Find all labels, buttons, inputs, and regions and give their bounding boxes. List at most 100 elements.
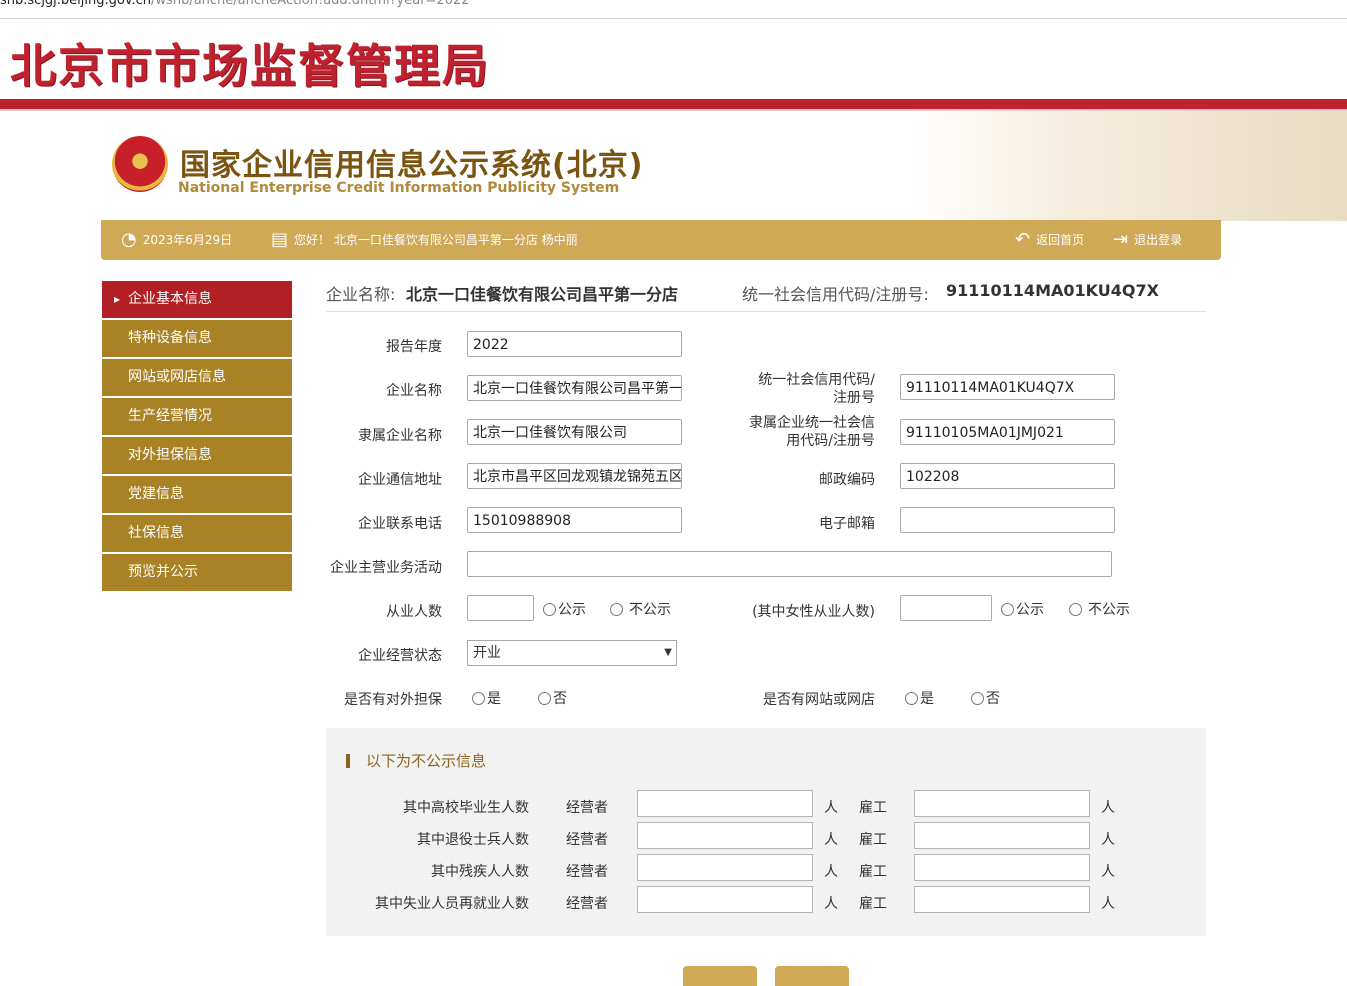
employee-label: 雇工 xyxy=(859,864,887,880)
guarantee-label: 是否有对外担保 xyxy=(344,692,442,708)
logout-link[interactable]: ⇥ 退出登录 xyxy=(1113,220,1182,260)
veterans-operator-input[interactable] xyxy=(637,822,813,849)
website-yes-radio[interactable]: 是 xyxy=(905,688,934,708)
sidebar-item-social-security[interactable]: 社保信息 xyxy=(102,515,292,554)
sidebar-item-preview[interactable]: 预览并公示 xyxy=(102,554,292,591)
parent-name-label: 隶属企业名称 xyxy=(358,428,442,444)
system-subtitle: National Enterprise Credit Information P… xyxy=(178,180,620,196)
guarantee-no-radio[interactable]: 否 xyxy=(538,688,567,708)
employee-label: 雇工 xyxy=(859,800,887,816)
parent-code-label-line2: 用代码/注册号 xyxy=(786,433,875,449)
row-label-veterans: 其中退役士兵人数 xyxy=(417,832,529,848)
graduates-operator-input[interactable] xyxy=(637,790,813,817)
system-title: 国家企业信用信息公示系统(北京) xyxy=(180,148,644,183)
national-emblem-icon xyxy=(112,136,168,192)
save-button[interactable] xyxy=(683,966,757,986)
report-year-input[interactable]: 2022 xyxy=(467,331,682,357)
radio-circle-icon xyxy=(971,691,984,705)
radio-circle-icon xyxy=(472,691,485,705)
reemployed-employee-input[interactable] xyxy=(914,886,1090,913)
credit-code-label-line2: 注册号 xyxy=(833,390,875,406)
parent-code-input[interactable]: 91110105MA01JMJ021 xyxy=(900,419,1115,445)
credit-code-input[interactable]: 91110114MA01KU4Q7X xyxy=(900,374,1115,400)
female-private-radio[interactable]: 不公示 xyxy=(1069,599,1130,619)
radio-label: 是 xyxy=(920,691,934,707)
phone-label: 企业联系电话 xyxy=(358,516,442,532)
home-link[interactable]: ↶ 返回首页 xyxy=(1015,220,1084,260)
sidebar-item-operations[interactable]: 生产经营情况 xyxy=(102,398,292,437)
employees-input[interactable] xyxy=(467,595,534,621)
female-employees-input[interactable] xyxy=(900,595,992,621)
parent-code-label-line1: 隶属企业统一社会信 xyxy=(749,415,875,431)
sidebar-item-basic-info[interactable]: 企业基本信息 xyxy=(102,281,292,320)
email-input[interactable] xyxy=(900,507,1115,533)
reemployed-operator-input[interactable] xyxy=(637,886,813,913)
postcode-label: 邮政编码 xyxy=(819,472,875,488)
credit-code-label-line1: 统一社会信用代码/ xyxy=(758,372,875,388)
phone-input[interactable]: 15010988908 xyxy=(467,507,682,533)
radio-label: 否 xyxy=(986,691,1000,707)
veterans-employee-input[interactable] xyxy=(914,822,1090,849)
employee-label: 雇工 xyxy=(859,896,887,912)
unit-label: 人 xyxy=(824,832,838,848)
clock-icon: ◔ xyxy=(121,229,137,250)
address-input[interactable]: 北京市昌平区回龙观镇龙锦苑五区 xyxy=(467,463,682,489)
operator-label: 经营者 xyxy=(566,832,608,848)
greeting-text: 您好！ 北京一口佳餐饮有限公司昌平第一分店 杨中丽 xyxy=(294,233,578,247)
radio-label: 不公示 xyxy=(1088,602,1130,618)
operator-label: 经营者 xyxy=(566,896,608,912)
company-name-input[interactable]: 北京一口佳餐饮有限公司昌平第一 xyxy=(467,375,682,401)
user-card-icon: ▤ xyxy=(271,229,289,250)
next-button[interactable] xyxy=(775,966,849,986)
row-label-reemployed: 其中失业人员再就业人数 xyxy=(375,896,529,912)
radio-circle-icon xyxy=(905,691,918,705)
company-header: 企业名称: 北京一口佳餐饮有限公司昌平第一分店 统一社会信用代码/注册号: 91… xyxy=(326,281,1206,312)
status-select[interactable]: 开业 ▼ xyxy=(467,640,677,666)
main-business-input[interactable] xyxy=(467,551,1112,577)
parent-code-label: 隶属企业统一社会信用代码/注册号 xyxy=(730,414,875,450)
dropdown-arrow-icon: ▼ xyxy=(664,647,672,658)
url-host: snb.scjgj.beijing.gov.cn xyxy=(0,0,152,8)
address-bar[interactable]: snb.scjgj.beijing.gov.cn/wsnb/anche/anch… xyxy=(0,0,1347,19)
sidebar-item-party[interactable]: 党建信息 xyxy=(102,476,292,515)
parent-name-input[interactable]: 北京一口佳餐饮有限公司 xyxy=(467,419,682,445)
radio-label: 公示 xyxy=(1016,602,1044,618)
employee-label: 雇工 xyxy=(859,832,887,848)
email-label: 电子邮箱 xyxy=(819,516,875,532)
radio-label: 不公示 xyxy=(629,602,671,618)
postcode-input[interactable]: 102208 xyxy=(900,463,1115,489)
row-label-graduates: 其中高校毕业生人数 xyxy=(403,800,529,816)
return-icon: ↶ xyxy=(1015,229,1031,250)
guarantee-yes-radio[interactable]: 是 xyxy=(472,688,501,708)
employees-label: 从业人数 xyxy=(386,604,442,620)
employees-private-radio[interactable]: 不公示 xyxy=(610,599,671,619)
private-info-panel: 以下为不公示信息 其中高校毕业生人数 经营者 人 雇工 人 其中退役士兵人数 经… xyxy=(326,728,1206,936)
employees-public-radio[interactable]: 公示 xyxy=(543,599,586,619)
credit-code-label: 统一社会信用代码/注册号 xyxy=(730,371,875,407)
sidebar-item-website[interactable]: 网站或网店信息 xyxy=(102,359,292,398)
company-name-label: 企业名称: xyxy=(326,285,396,304)
top-info-bar: ◔ 2023年6月29日 ▤ 您好！ 北京一口佳餐饮有限公司昌平第一分店 杨中丽 ↶… xyxy=(101,220,1221,260)
graduates-employee-input[interactable] xyxy=(914,790,1090,817)
report-year-label: 报告年度 xyxy=(386,339,442,355)
website-no-radio[interactable]: 否 xyxy=(971,688,1000,708)
sidebar-item-guarantee[interactable]: 对外担保信息 xyxy=(102,437,292,476)
unit-label: 人 xyxy=(824,896,838,912)
bureau-logo-text: 北京市市场监督管理局 xyxy=(10,39,490,93)
unit-label: 人 xyxy=(824,800,838,816)
radio-circle-icon xyxy=(1001,602,1014,616)
row-label-disabled: 其中残疾人人数 xyxy=(431,864,529,880)
home-label: 返回首页 xyxy=(1036,233,1085,247)
disabled-employee-input[interactable] xyxy=(914,854,1090,881)
radio-circle-icon xyxy=(610,602,623,616)
logout-label: 退出登录 xyxy=(1134,233,1183,247)
unit-label: 人 xyxy=(1101,832,1115,848)
sidebar-item-special-equipment[interactable]: 特种设备信息 xyxy=(102,320,292,359)
radio-label: 是 xyxy=(487,691,501,707)
greeting-item: ▤ 您好！ 北京一口佳餐饮有限公司昌平第一分店 杨中丽 xyxy=(271,220,578,260)
status-label: 企业经营状态 xyxy=(358,648,442,664)
female-public-radio[interactable]: 公示 xyxy=(1001,599,1044,619)
disabled-operator-input[interactable] xyxy=(637,854,813,881)
radio-label: 否 xyxy=(553,691,567,707)
unit-label: 人 xyxy=(1101,800,1115,816)
